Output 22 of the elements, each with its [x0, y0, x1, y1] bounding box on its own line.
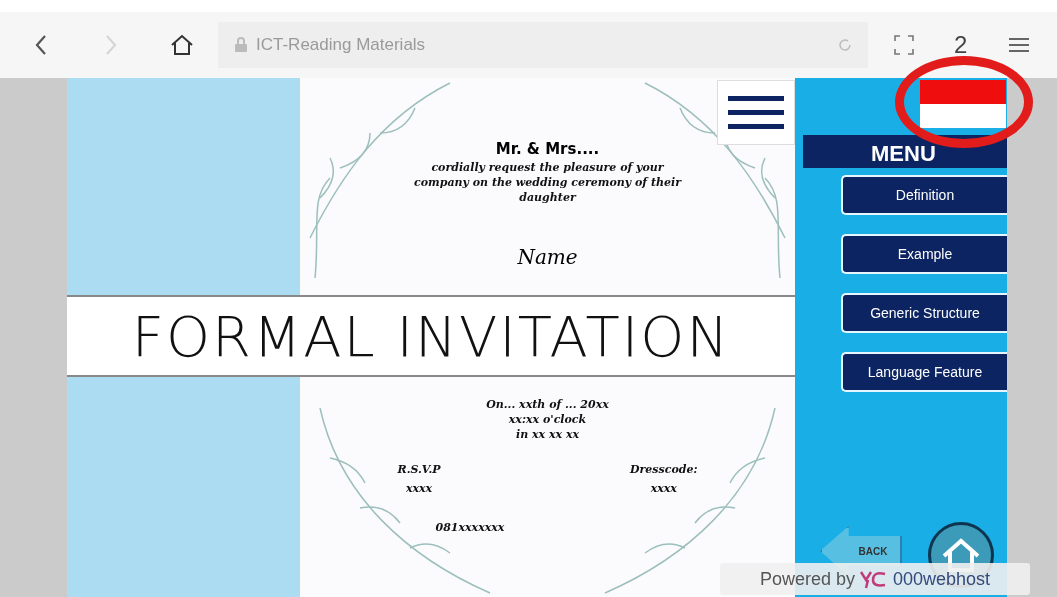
- time-text: xx:xx o'clock: [508, 412, 587, 427]
- rsvp-label: R.S.V.P: [397, 462, 441, 477]
- menu-button[interactable]: Generic Structure: [841, 293, 1007, 333]
- lock-icon: [234, 37, 248, 53]
- home-icon[interactable]: [170, 34, 194, 56]
- tab-count[interactable]: 2: [954, 31, 968, 59]
- fullscreen-icon[interactable]: [894, 35, 914, 55]
- menu-button[interactable]: Example: [841, 234, 1007, 274]
- menu-title: MENU: [803, 135, 1007, 168]
- request-text: cordially request the pleasure of your company on the wedding ceremony of their daughter: [413, 160, 683, 205]
- dresscode-label: Dresscode:: [630, 462, 698, 477]
- date-text: On... xxth of ... 20xx: [486, 397, 609, 412]
- place-text: in xx xx xx: [516, 427, 579, 442]
- flag-icon[interactable]: [920, 80, 1006, 128]
- name-text: Name: [517, 245, 578, 269]
- menu-button[interactable]: Definition: [841, 175, 1007, 215]
- invitation-title: FORMAL INVITATION: [131, 303, 731, 369]
- rsvp-value: xxxx: [405, 481, 433, 496]
- menu-button[interactable]: Language Feature: [841, 352, 1007, 392]
- dresscode-value: xxxx: [650, 481, 677, 496]
- hosts-text: Mr. & Mrs....: [495, 140, 600, 158]
- phone-text: 081xxxxxxx: [435, 520, 505, 535]
